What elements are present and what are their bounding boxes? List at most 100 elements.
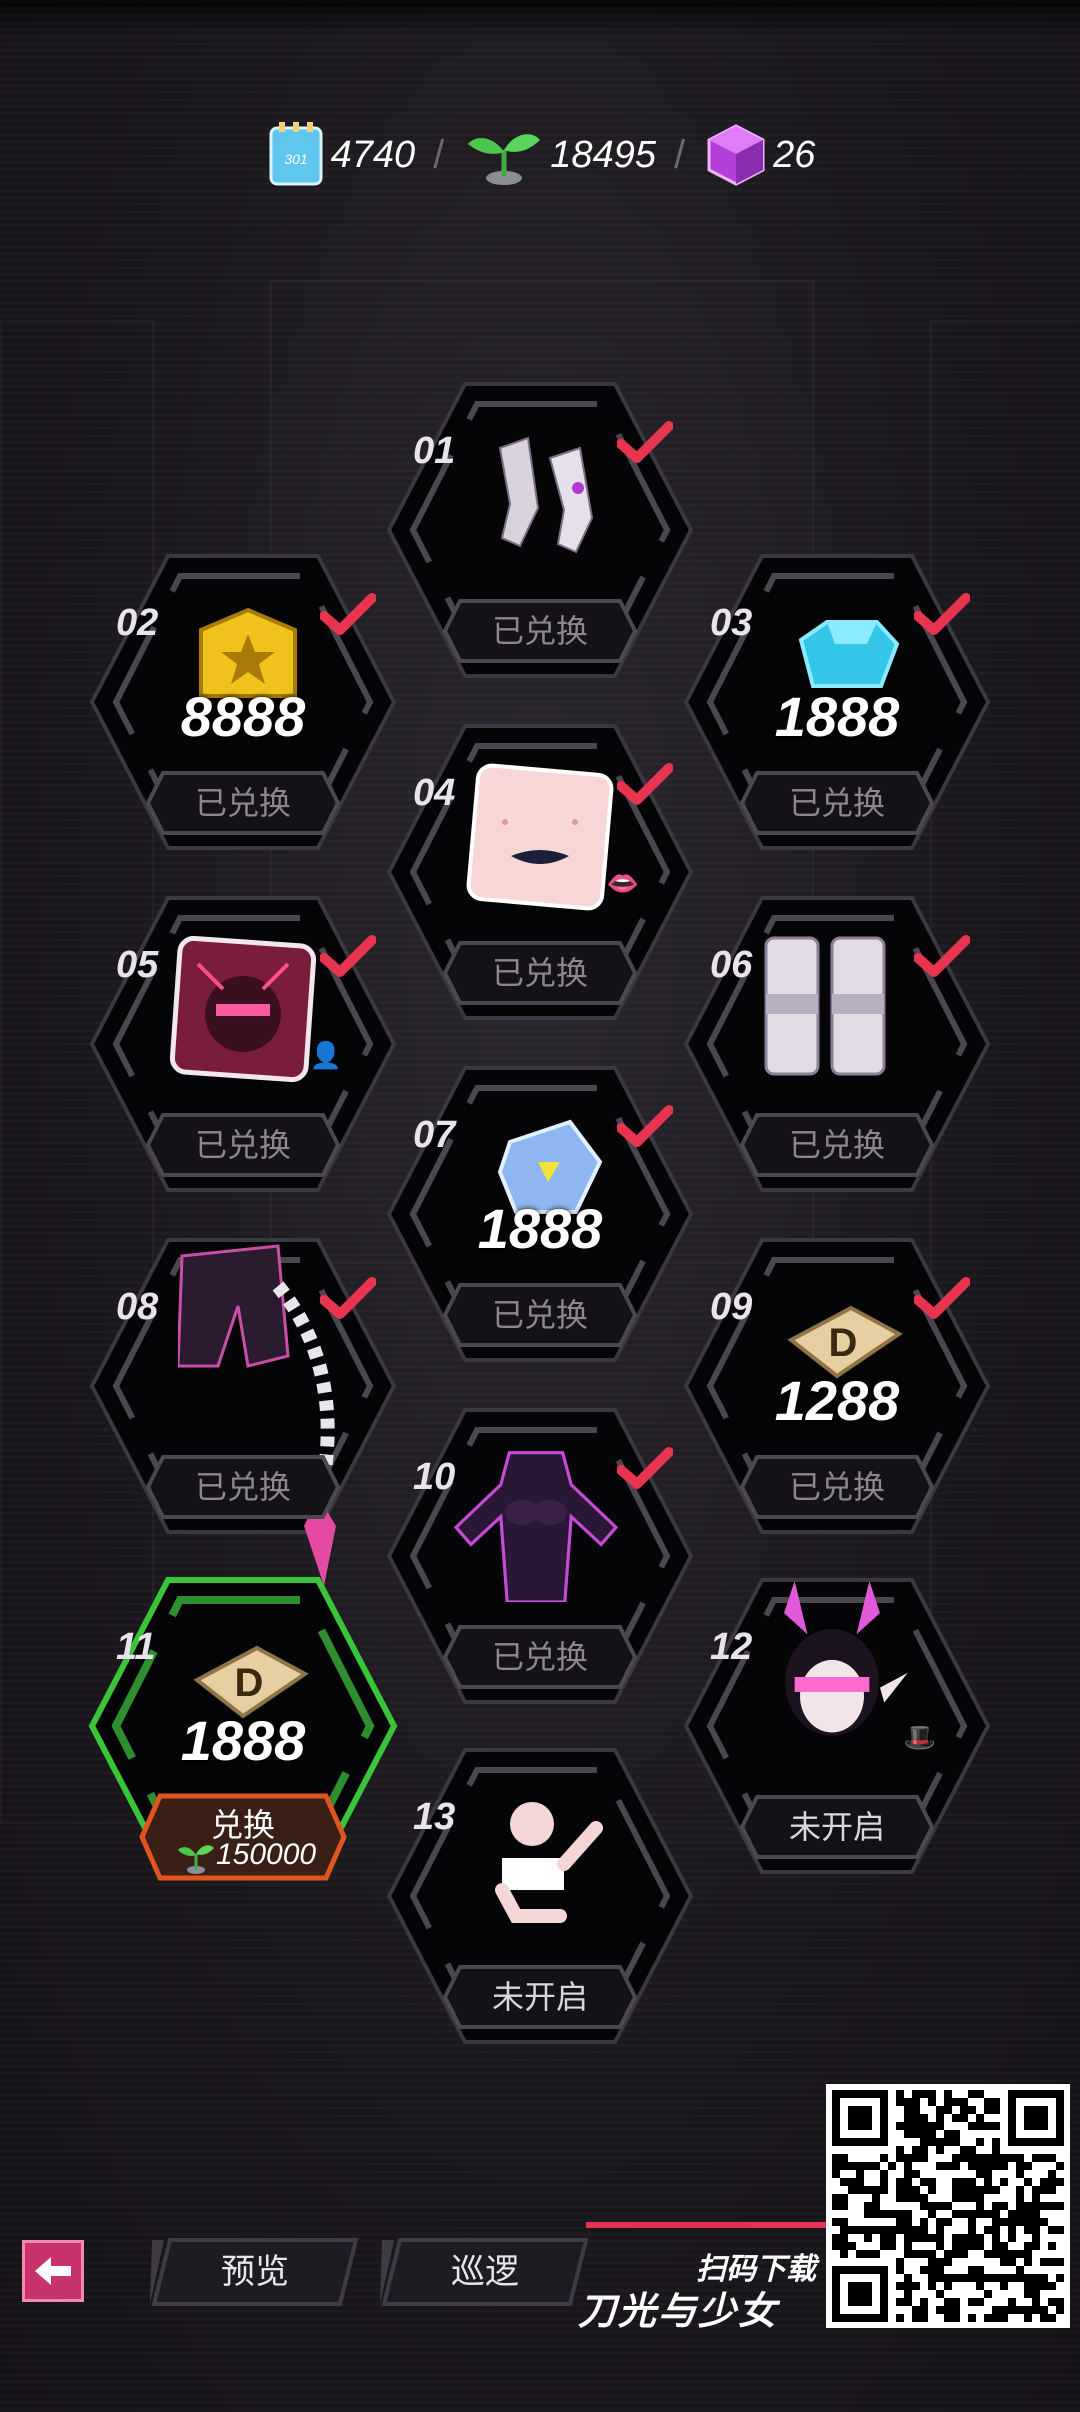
reward-item-01[interactable]: 01 已兑换 — [385, 380, 695, 700]
item-number: 13 — [413, 1796, 456, 1838]
svg-text:301: 301 — [284, 151, 307, 167]
item-number: 11 — [116, 1626, 156, 1668]
check-icon — [617, 763, 673, 805]
status-label: 已兑换 — [491, 955, 588, 991]
reward-item-09[interactable]: 09 D 1288 已兑换 — [682, 1236, 992, 1556]
item-number: 02 — [116, 602, 159, 644]
check-icon — [914, 1277, 970, 1319]
qr-code[interactable] — [826, 2084, 1070, 2328]
lips-category-icon: 👄 — [606, 868, 639, 898]
purple-cube-icon — [707, 124, 765, 186]
item-number: 01 — [413, 430, 456, 472]
currency-ticket: 301 4740 — [265, 120, 416, 190]
reward-item-06[interactable]: 06 已兑换 — [682, 894, 992, 1214]
game-logo-text: 刀光与少女 — [578, 2291, 779, 2333]
status-button: 已兑换 — [145, 770, 341, 836]
svg-text:D: D — [235, 1661, 264, 1705]
reward-item-05[interactable]: 05 👤 已兑换 — [88, 894, 398, 1214]
reward-item-10[interactable]: 10 已兑换 — [385, 1406, 695, 1726]
check-icon — [617, 1105, 673, 1147]
avatar-portrait-icon — [169, 935, 317, 1083]
status-button: 已兑换 — [442, 940, 638, 1006]
item-number: 04 — [413, 772, 456, 814]
status-label: 未开启 — [491, 1979, 588, 2015]
reward-item-02[interactable]: 02 8888 已兑换 — [88, 552, 398, 872]
currency-sprout: 18495 — [462, 120, 656, 190]
ticket-icon: 301 — [269, 122, 323, 186]
reward-item-04[interactable]: 04 👄 已兑换 — [385, 722, 695, 1042]
lips-makeup-icon — [466, 763, 614, 911]
status-label: 已兑换 — [788, 785, 885, 821]
status-button: 已兑换 — [739, 1454, 935, 1520]
item-amount: 1888 — [774, 685, 900, 748]
status-label: 已兑换 — [194, 1469, 291, 1505]
back-button[interactable] — [22, 2240, 84, 2302]
crystal-count: 26 — [773, 133, 816, 176]
item-amount: 1888 — [477, 1197, 603, 1260]
ticket-count: 4740 — [330, 133, 416, 176]
currency-bar: 301 4740 / 18495 / 26 — [0, 120, 1080, 190]
promo-accent-line — [586, 2222, 826, 2228]
reward-item-07[interactable]: 07 1888 已兑换 — [385, 1064, 695, 1384]
reward-item-08[interactable]: 08 已兑换 — [88, 1236, 398, 1586]
exchange-cost: 150000 — [216, 1838, 317, 1871]
horned-hair-icon — [784, 1581, 908, 1736]
status-label: 已兑换 — [788, 1127, 885, 1163]
status-button: 已兑换 — [442, 1282, 638, 1348]
preview-label: 预览 — [221, 2253, 289, 2291]
item-number: 08 — [116, 1286, 159, 1328]
item-number: 06 — [710, 944, 753, 986]
check-icon — [320, 935, 376, 977]
svg-text:D: D — [829, 1321, 858, 1365]
status-button: 已兑换 — [739, 1112, 935, 1178]
status-label: 已兑换 — [491, 1639, 588, 1675]
status-button: 未开启 — [442, 1964, 638, 2030]
reward-item-12[interactable]: 12 🎩 未开启 — [682, 1576, 992, 1896]
status-button: 已兑换 — [442, 1624, 638, 1690]
reward-item-13[interactable]: 13 未开启 — [385, 1746, 695, 2066]
status-label: 已兑换 — [194, 785, 291, 821]
status-label: 已兑换 — [491, 613, 588, 649]
separator: / — [433, 132, 445, 177]
item-number: 09 — [710, 1286, 753, 1328]
pose-icon — [495, 1802, 603, 1923]
status-button: 未开启 — [739, 1794, 935, 1860]
status-label: 未开启 — [788, 1809, 885, 1845]
patrol-button[interactable]: 巡逻 — [380, 2236, 590, 2308]
status-label: 已兑换 — [788, 1469, 885, 1505]
status-button: 已兑换 — [739, 770, 935, 836]
reward-item-03[interactable]: 03 1888 已兑换 — [682, 552, 992, 872]
download-promo[interactable]: 扫码下载 刀光与少女 — [574, 2222, 826, 2333]
preview-button[interactable]: 预览 — [150, 2236, 360, 2308]
bodysuit-icon — [453, 1451, 619, 1602]
item-amount: 8888 — [180, 685, 306, 748]
check-icon — [617, 421, 673, 463]
reward-item-11[interactable]: 11 D 1888 兑换 150000 — [88, 1576, 398, 1896]
mech-gloves-icon — [498, 436, 594, 554]
item-number: 07 — [413, 1114, 456, 1156]
mech-boots-icon — [764, 936, 886, 1076]
hat-category-icon: 🎩 — [903, 1722, 936, 1752]
avatar-category-icon: 👤 — [309, 1040, 342, 1070]
status-button: 已兑换 — [442, 598, 638, 664]
status-button: 已兑换 — [145, 1112, 341, 1178]
sprout-icon — [178, 1845, 214, 1874]
check-icon — [914, 593, 970, 635]
exchange-button[interactable]: 兑换 150000 — [138, 1792, 348, 1882]
status-button: 已兑换 — [145, 1454, 341, 1520]
item-number: 12 — [710, 1626, 753, 1668]
item-amount: 1888 — [180, 1709, 306, 1772]
patrol-label: 巡逻 — [451, 2253, 519, 2291]
status-label: 已兑换 — [491, 1297, 588, 1333]
sprout-count: 18495 — [550, 133, 656, 176]
currency-crystal: 26 — [703, 122, 815, 188]
sprout-icon — [468, 134, 541, 185]
tail-outfit-icon — [178, 1244, 336, 1586]
item-number: 05 — [116, 944, 159, 986]
check-icon — [320, 593, 376, 635]
check-icon — [914, 935, 970, 977]
status-label: 已兑换 — [194, 1127, 291, 1163]
separator: / — [673, 132, 686, 177]
item-amount: 1288 — [774, 1369, 900, 1432]
back-arrow-icon — [35, 2257, 71, 2285]
